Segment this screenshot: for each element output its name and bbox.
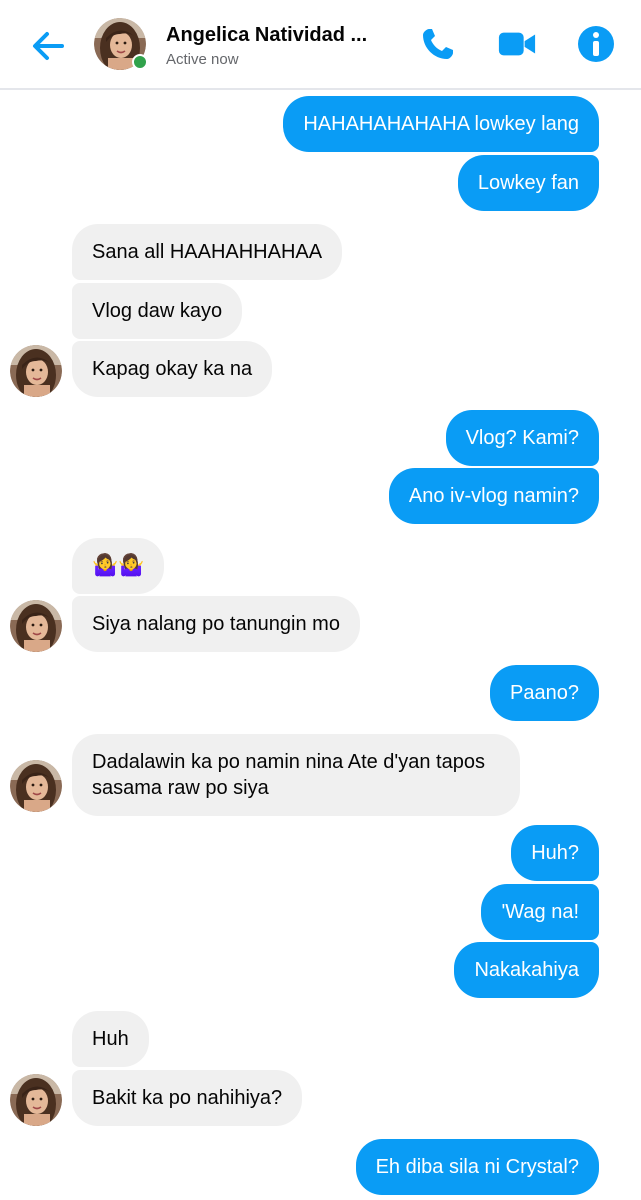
- video-camera-icon[interactable]: [497, 24, 537, 64]
- sender-avatar[interactable]: [10, 760, 62, 812]
- sender-avatar[interactable]: [10, 345, 62, 397]
- arrow-left-icon[interactable]: [28, 26, 68, 66]
- contact-status: Active now: [166, 51, 239, 68]
- info-icon[interactable]: [576, 24, 616, 64]
- message-bubble-sent[interactable]: Vlog? Kami?: [445, 410, 599, 466]
- message-bubble-sent[interactable]: Lowkey fan: [457, 155, 599, 211]
- message-bubble-sent[interactable]: Huh?: [511, 825, 599, 881]
- message-bubble-received[interactable]: Sana all HAAHAHHAHAA: [72, 224, 343, 280]
- message-bubble-received[interactable]: Siya nalang po tanungin mo: [72, 596, 360, 652]
- message-thread[interactable]: HAHAHAHAHAHA lowkey lang Lowkey fan Sana…: [0, 90, 641, 1200]
- sender-avatar[interactable]: [10, 1074, 62, 1126]
- message-bubble-received[interactable]: Vlog daw kayo: [72, 283, 243, 339]
- message-bubble-received[interactable]: Dadalawin ka po namin nina Ate d'yan tap…: [72, 734, 520, 816]
- chat-header: Angelica Natividad ... Active now: [0, 0, 641, 90]
- message-bubble-sent[interactable]: HAHAHAHAHAHA lowkey lang: [283, 96, 599, 152]
- phone-icon[interactable]: [418, 24, 458, 64]
- sender-avatar[interactable]: [10, 600, 62, 652]
- message-bubble-sent[interactable]: 'Wag na!: [481, 884, 599, 940]
- message-bubble-sent[interactable]: Eh diba sila ni Crystal?: [355, 1139, 599, 1195]
- message-bubble-sent[interactable]: Nakakahiya: [454, 942, 599, 998]
- message-bubble-received[interactable]: Bakit ka po nahihiya?: [72, 1070, 303, 1126]
- online-indicator: [132, 54, 148, 70]
- message-bubble-received[interactable]: Kapag okay ka na: [72, 341, 273, 397]
- contact-name[interactable]: Angelica Natividad ...: [166, 24, 367, 47]
- message-bubble-received[interactable]: 🤷‍♀️🤷‍♀️: [72, 538, 165, 594]
- message-bubble-sent[interactable]: Ano iv-vlog namin?: [388, 468, 599, 524]
- contact-avatar[interactable]: [94, 18, 148, 70]
- message-bubble-received[interactable]: Huh: [72, 1011, 149, 1067]
- message-bubble-sent[interactable]: Paano?: [490, 665, 599, 721]
